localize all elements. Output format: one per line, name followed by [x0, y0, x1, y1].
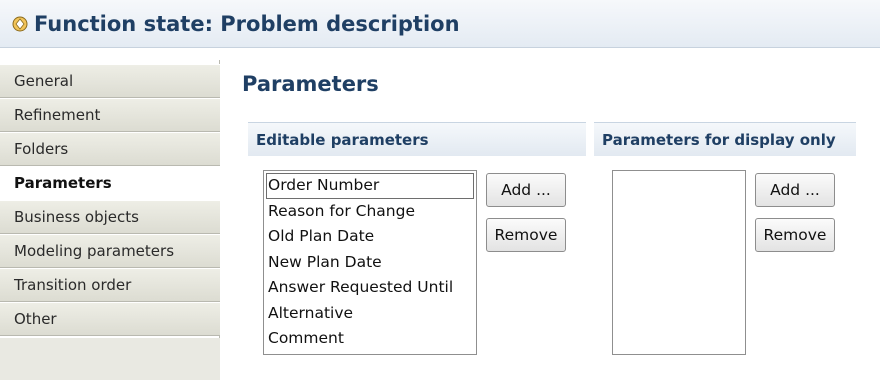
list-item[interactable]: Comment: [264, 326, 476, 352]
sidebar-item-refinement[interactable]: Refinement: [0, 98, 220, 132]
display-only-parameters-header: Parameters for display only: [594, 122, 856, 156]
add-display-parameter-button[interactable]: Add ...: [755, 173, 835, 207]
sidebar-item-modeling-parameters[interactable]: Modeling parameters: [0, 234, 220, 268]
list-item[interactable]: Order Number: [266, 173, 474, 199]
list-item[interactable]: Alternative: [264, 301, 476, 327]
window-title: Function state: Problem description: [34, 11, 460, 36]
add-editable-parameter-button[interactable]: Add ...: [486, 173, 566, 207]
list-item[interactable]: New Plan Date: [264, 250, 476, 276]
function-state-icon: [12, 16, 28, 32]
display-only-parameters-list[interactable]: [612, 170, 746, 355]
sidebar-filler: [0, 338, 220, 380]
list-item[interactable]: Answer Requested Until: [264, 275, 476, 301]
title-bar: Function state: Problem description: [0, 0, 880, 48]
list-item[interactable]: Old Plan Date: [264, 224, 476, 250]
list-item[interactable]: Reason for Change: [264, 199, 476, 225]
sidebar-item-parameters[interactable]: Parameters: [0, 166, 220, 200]
editable-parameters-header: Editable parameters: [248, 122, 586, 156]
sidebar-item-folders[interactable]: Folders: [0, 132, 220, 166]
remove-editable-parameter-button[interactable]: Remove: [486, 218, 566, 252]
sidebar-item-general[interactable]: General: [0, 64, 220, 98]
sidebar-item-other[interactable]: Other: [0, 302, 220, 336]
remove-display-parameter-button[interactable]: Remove: [755, 218, 835, 252]
page-title: Parameters: [242, 72, 379, 96]
sidebar-item-transition-order[interactable]: Transition order: [0, 268, 220, 302]
sidebar-item-business-objects[interactable]: Business objects: [0, 200, 220, 234]
editable-parameters-list[interactable]: Order Number Reason for Change Old Plan …: [263, 170, 477, 355]
sidebar: General Refinement Folders Parameters Bu…: [0, 60, 220, 380]
